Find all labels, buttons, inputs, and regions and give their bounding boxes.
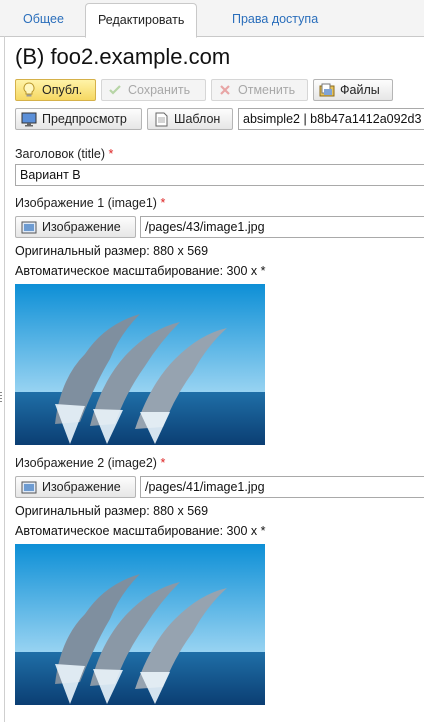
tab-edit[interactable]: Редактировать [85, 3, 198, 38]
image1-path-input[interactable]: /pages/43/image1.jpg [140, 216, 424, 238]
lightbulb-icon [21, 82, 37, 98]
tab-access-rights[interactable]: Права доступа [220, 3, 330, 35]
folder-icon [319, 82, 335, 98]
image2-select-button[interactable]: Изображение [15, 476, 136, 498]
resize-handle[interactable] [0, 392, 2, 402]
publish-label: Опубл. [42, 83, 83, 97]
preview-button[interactable]: Предпросмотр [15, 108, 142, 130]
panel-border [4, 36, 5, 722]
tab-general[interactable]: Общее [11, 3, 76, 35]
image2-button-label: Изображение [42, 480, 121, 494]
template-button[interactable]: Шаблон [147, 108, 233, 130]
image2-original-size: Оригинальный размер: 880 x 569 [15, 504, 209, 518]
save-label: Сохранить [128, 83, 191, 97]
image1-field-label: Изображение 1 (image1) * [15, 196, 166, 210]
image1-auto-scale: Автоматическое масштабирование: 300 x * [15, 264, 266, 278]
image2-preview [15, 544, 265, 705]
files-label: Файлы [340, 83, 380, 97]
cancel-button[interactable]: Отменить [211, 79, 308, 101]
template-field[interactable]: absimple2 | b8b47a1412a092d3 [238, 108, 424, 130]
page-title: (B) foo2.example.com [15, 44, 231, 69]
image1-select-button[interactable]: Изображение [15, 216, 136, 238]
required-mark: * [108, 147, 114, 161]
title-input[interactable]: Вариант B [15, 164, 424, 186]
required-mark: * [160, 456, 166, 470]
tab-bar: Общее Редактировать Права доступа [0, 0, 424, 38]
document-icon [153, 111, 169, 127]
image-icon [21, 219, 37, 235]
required-mark: * [160, 196, 166, 210]
image1-preview [15, 284, 265, 445]
x-icon [217, 82, 233, 98]
files-button[interactable]: Файлы [313, 79, 393, 101]
image1-button-label: Изображение [42, 220, 121, 234]
cancel-label: Отменить [238, 83, 296, 97]
checkmark-icon [107, 82, 123, 98]
monitor-icon [21, 111, 37, 127]
image2-field-label: Изображение 2 (image2) * [15, 456, 166, 470]
title-field-label: Заголовок (title) * [15, 147, 114, 161]
template-label: Шаблон [174, 112, 221, 126]
image1-original-size: Оригинальный размер: 880 x 569 [15, 244, 209, 258]
save-button[interactable]: Сохранить [101, 79, 206, 101]
preview-label: Предпросмотр [42, 112, 127, 126]
image2-auto-scale: Автоматическое масштабирование: 300 x * [15, 524, 266, 538]
publish-button[interactable]: Опубл. [15, 79, 96, 101]
image2-path-input[interactable]: /pages/41/image1.jpg [140, 476, 424, 498]
image-icon [21, 479, 37, 495]
